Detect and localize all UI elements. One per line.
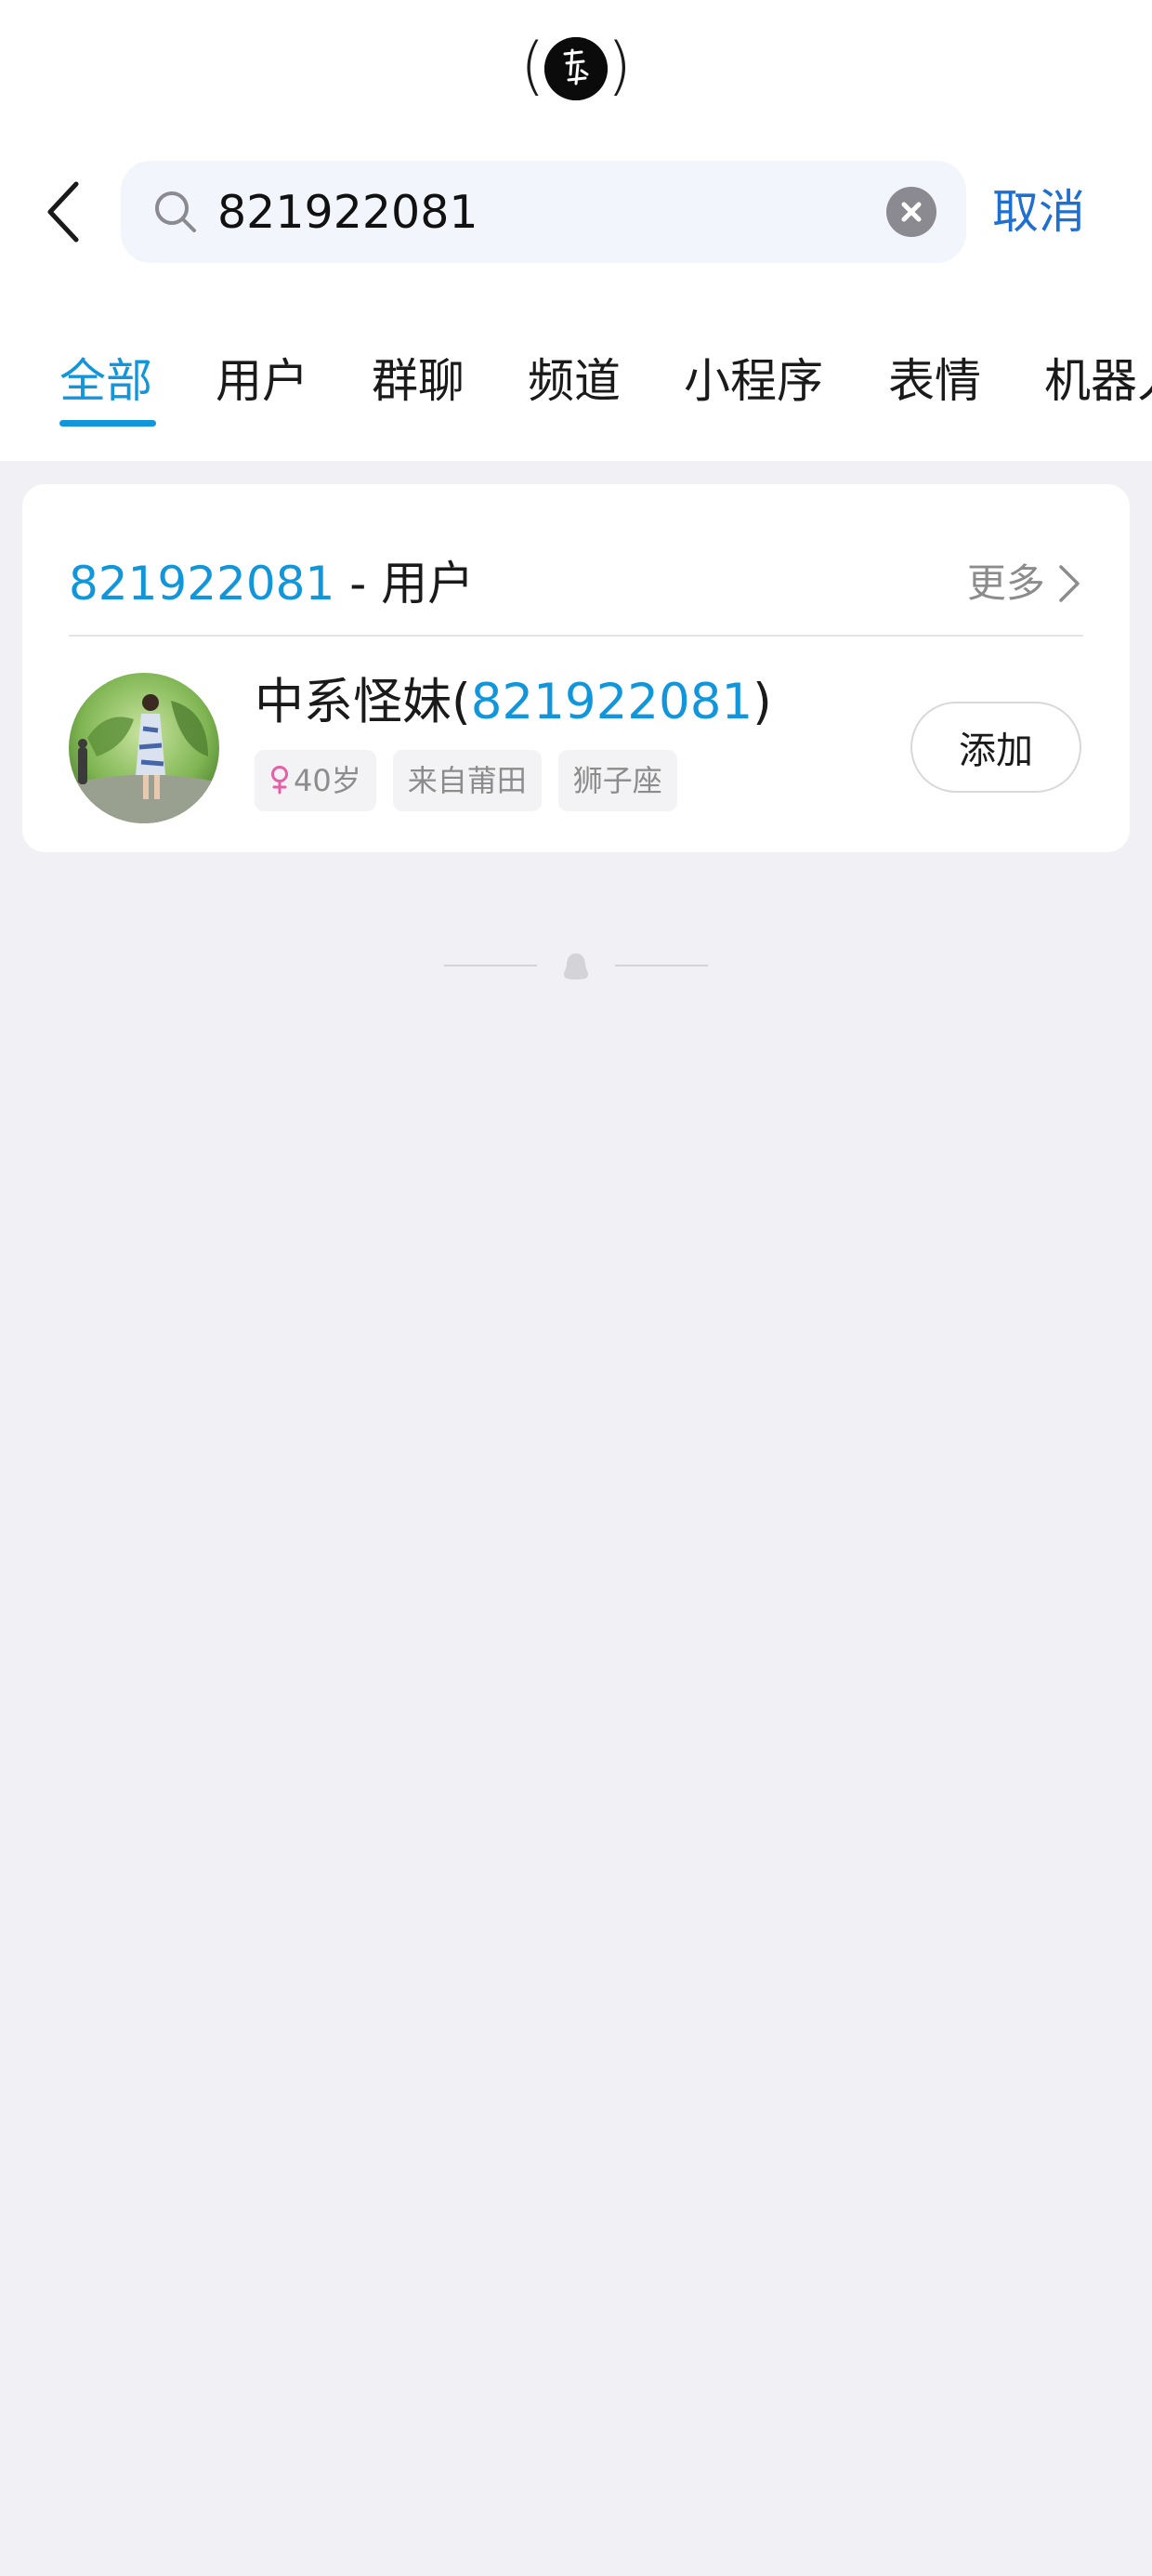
- search-bar: [121, 161, 966, 263]
- right-bracket-glyph: ): [607, 30, 632, 103]
- more-users-link[interactable]: 更多: [967, 532, 1081, 635]
- back-button[interactable]: [41, 178, 93, 245]
- user-tags: 40岁 来自莆田 狮子座: [255, 750, 694, 811]
- user-results-card: 821922081 - 用户 更多 中系怪妹(821922081) 40岁 来自…: [22, 484, 1130, 852]
- search-icon: [155, 191, 196, 232]
- tab-bots[interactable]: 机器人: [1044, 344, 1152, 418]
- search-input[interactable]: [217, 161, 803, 263]
- section-keyword: 821922081: [69, 557, 335, 611]
- more-label: 更多: [966, 560, 1045, 606]
- user-name-suffix: ): [753, 674, 772, 730]
- section-title: 821922081 - 用户: [69, 532, 474, 635]
- section-suffix: - 用户: [334, 557, 475, 611]
- tab-group-chats[interactable]: 群聊: [372, 344, 465, 418]
- divider: [69, 635, 1083, 637]
- divider-line-left: [444, 965, 537, 966]
- age-text: 40岁: [294, 763, 361, 798]
- zodiac-tag: 狮子座: [557, 750, 677, 811]
- chevron-left-icon: [47, 181, 79, 243]
- tab-users[interactable]: 用户: [216, 344, 308, 418]
- chevron-right-icon: [1059, 565, 1080, 602]
- clear-search-button[interactable]: [886, 187, 936, 237]
- age-tag: 40岁: [255, 750, 376, 811]
- tab-mini-programs[interactable]: 小程序: [684, 344, 823, 418]
- tab-all[interactable]: 全部: [59, 344, 152, 418]
- search-category-tabs: 全部 用户 群聊 频道 小程序 表情 机器人: [0, 344, 1152, 433]
- add-friend-button[interactable]: 添加: [910, 702, 1081, 793]
- brand-seal-icon: [544, 37, 608, 100]
- user-name-prefix: 中系怪妹(: [255, 674, 471, 730]
- end-of-results-divider: [444, 942, 708, 989]
- user-id-highlight: 821922081: [470, 674, 753, 730]
- active-tab-indicator: [59, 420, 156, 427]
- origin-tag: 来自莆田: [392, 750, 542, 811]
- penguin-icon: [564, 953, 588, 979]
- tab-channels[interactable]: 频道: [528, 344, 621, 418]
- cancel-button[interactable]: 取消: [992, 178, 1085, 245]
- close-icon: [901, 202, 922, 222]
- user-name[interactable]: 中系怪妹(821922081): [255, 665, 772, 740]
- left-bracket-glyph: (: [520, 30, 545, 103]
- female-icon: [271, 766, 288, 795]
- avatar[interactable]: [69, 673, 219, 823]
- status-indicator: ( ): [520, 32, 632, 106]
- divider-line-right: [615, 965, 708, 966]
- tab-stickers[interactable]: 表情: [888, 344, 981, 418]
